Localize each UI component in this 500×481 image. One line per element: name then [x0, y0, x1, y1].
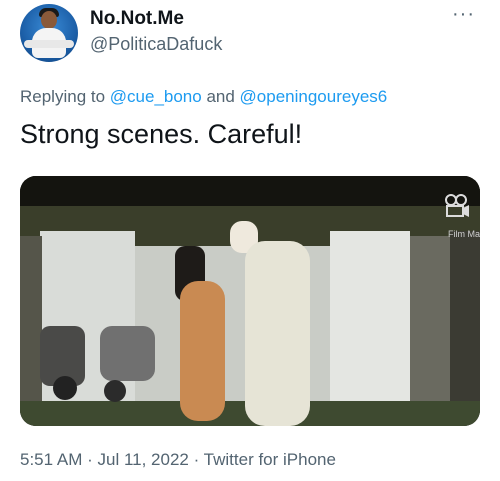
mention-link-1[interactable]: @cue_bono	[110, 87, 202, 106]
video-frame	[20, 176, 480, 426]
meta-separator: ·	[188, 450, 204, 469]
scooter-2-wheel	[104, 380, 126, 402]
tweet-time[interactable]: 5:51 AM	[20, 450, 82, 469]
avatar-arms	[24, 40, 74, 48]
right-edge	[450, 231, 480, 411]
mention-link-2[interactable]: @openingoureyes6	[240, 87, 388, 106]
display-name[interactable]: No.Not.Me	[90, 8, 184, 30]
tweet-client[interactable]: Twitter for iPhone	[204, 450, 336, 469]
reply-conjunction: and	[201, 87, 240, 106]
left-wall-panel	[20, 236, 42, 406]
avatar[interactable]	[20, 4, 78, 62]
reply-prefix: Replying to	[20, 87, 110, 106]
user-handle[interactable]: @PoliticaDafuck	[90, 34, 222, 55]
more-options-icon[interactable]: ···	[452, 4, 475, 24]
top-letterbox	[20, 176, 480, 210]
scooter-2	[100, 326, 155, 381]
film-camera-icon	[444, 194, 470, 222]
tweet-text: Strong scenes. Careful!	[20, 119, 303, 149]
right-post	[410, 236, 450, 411]
reply-context: Replying to @cue_bono and @openingoureye…	[20, 87, 387, 107]
figure-1-body	[180, 281, 225, 421]
right-curtain	[330, 231, 410, 411]
tweet-date[interactable]: Jul 11, 2022	[97, 450, 188, 469]
tweet-timestamp: 5:51 AM · Jul 11, 2022 · Twitter for iPh…	[20, 450, 336, 470]
figure-2-body	[245, 241, 310, 426]
meta-separator: ·	[82, 450, 98, 469]
avatar-head	[41, 11, 57, 29]
watermark-label: Film Ma	[448, 229, 480, 239]
video-media[interactable]: Film Ma	[20, 176, 480, 426]
scooter-1-wheel	[53, 376, 77, 400]
